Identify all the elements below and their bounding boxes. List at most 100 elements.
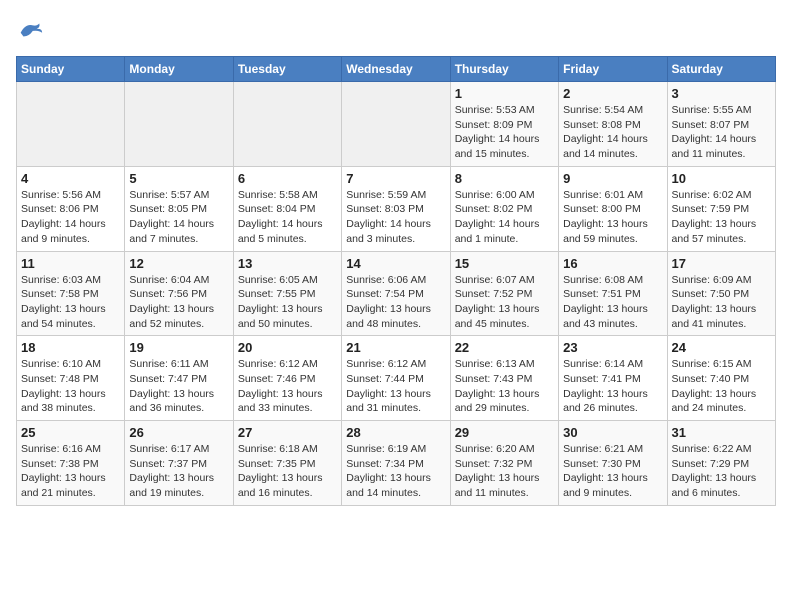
calendar-cell: 5 Sunrise: 5:57 AM Sunset: 8:05 PM Daylig… — [125, 166, 233, 251]
calendar-header-row: SundayMondayTuesdayWednesdayThursdayFrid… — [17, 57, 776, 82]
day-number: 24 — [672, 340, 771, 355]
calendar-cell: 17Sunrise: 6:09 AM Sunset: 7:50 PM Dayli… — [667, 251, 775, 336]
calendar-cell: 7 Sunrise: 5:59 AM Sunset: 8:03 PM Daylig… — [342, 166, 450, 251]
calendar-cell: 24 Sunrise: 6:15 AM Sunset: 7:40 PM Dayli… — [667, 336, 775, 421]
day-number: 2 — [563, 86, 662, 101]
page-header — [16, 16, 776, 44]
day-info: Sunrise: 6:16 AM Sunset: 7:38 PM Dayligh… — [21, 442, 120, 501]
day-info: Sunrise: 6:02 AM Sunset: 7:59 PM Dayligh… — [672, 188, 771, 247]
day-info: Sunrise: 5:55 AM Sunset: 8:07 PM Dayligh… — [672, 103, 771, 162]
day-number: 14 — [346, 256, 445, 271]
calendar-cell: 19Sunrise: 6:11 AM Sunset: 7:47 PM Dayli… — [125, 336, 233, 421]
day-info: Sunrise: 6:19 AM Sunset: 7:34 PM Dayligh… — [346, 442, 445, 501]
day-number: 29 — [455, 425, 554, 440]
column-header-saturday: Saturday — [667, 57, 775, 82]
calendar-table: SundayMondayTuesdayWednesdayThursdayFrid… — [16, 56, 776, 506]
column-header-tuesday: Tuesday — [233, 57, 341, 82]
column-header-wednesday: Wednesday — [342, 57, 450, 82]
calendar-cell: 1 Sunrise: 5:53 AM Sunset: 8:09 PM Daylig… — [450, 82, 558, 167]
calendar-cell: 31 Sunrise: 6:22 AM Sunset: 7:29 PM Dayli… — [667, 421, 775, 506]
day-info: Sunrise: 6:15 AM Sunset: 7:40 PM Dayligh… — [672, 357, 771, 416]
day-info: Sunrise: 5:58 AM Sunset: 8:04 PM Dayligh… — [238, 188, 337, 247]
day-number: 10 — [672, 171, 771, 186]
calendar-cell — [342, 82, 450, 167]
day-number: 11 — [21, 256, 120, 271]
calendar-week-4: 18 Sunrise: 6:10 AM Sunset: 7:48 PM Dayli… — [17, 336, 776, 421]
logo-bird-icon — [16, 16, 44, 44]
day-number: 28 — [346, 425, 445, 440]
calendar-cell: 4 Sunrise: 5:56 AM Sunset: 8:06 PM Daylig… — [17, 166, 125, 251]
day-number: 5 — [129, 171, 228, 186]
calendar-week-3: 11 Sunrise: 6:03 AM Sunset: 7:58 PM Dayli… — [17, 251, 776, 336]
calendar-cell: 10 Sunrise: 6:02 AM Sunset: 7:59 PM Dayli… — [667, 166, 775, 251]
calendar-cell: 25 Sunrise: 6:16 AM Sunset: 7:38 PM Dayli… — [17, 421, 125, 506]
day-info: Sunrise: 6:03 AM Sunset: 7:58 PM Dayligh… — [21, 273, 120, 332]
day-info: Sunrise: 6:00 AM Sunset: 8:02 PM Dayligh… — [455, 188, 554, 247]
day-info: Sunrise: 6:04 AM Sunset: 7:56 PM Dayligh… — [129, 273, 228, 332]
calendar-cell: 11 Sunrise: 6:03 AM Sunset: 7:58 PM Dayli… — [17, 251, 125, 336]
calendar-week-2: 4 Sunrise: 5:56 AM Sunset: 8:06 PM Daylig… — [17, 166, 776, 251]
day-number: 20 — [238, 340, 337, 355]
day-info: Sunrise: 6:10 AM Sunset: 7:48 PM Dayligh… — [21, 357, 120, 416]
calendar-cell: 26 Sunrise: 6:17 AM Sunset: 7:37 PM Dayli… — [125, 421, 233, 506]
day-info: Sunrise: 6:07 AM Sunset: 7:52 PM Dayligh… — [455, 273, 554, 332]
day-info: Sunrise: 6:20 AM Sunset: 7:32 PM Dayligh… — [455, 442, 554, 501]
calendar-cell: 16 Sunrise: 6:08 AM Sunset: 7:51 PM Dayli… — [559, 251, 667, 336]
calendar-cell — [17, 82, 125, 167]
calendar-cell — [125, 82, 233, 167]
day-info: Sunrise: 6:05 AM Sunset: 7:55 PM Dayligh… — [238, 273, 337, 332]
column-header-friday: Friday — [559, 57, 667, 82]
day-number: 26 — [129, 425, 228, 440]
day-number: 9 — [563, 171, 662, 186]
column-header-monday: Monday — [125, 57, 233, 82]
day-number: 6 — [238, 171, 337, 186]
day-number: 7 — [346, 171, 445, 186]
day-info: Sunrise: 6:14 AM Sunset: 7:41 PM Dayligh… — [563, 357, 662, 416]
calendar-cell: 29 Sunrise: 6:20 AM Sunset: 7:32 PM Dayli… — [450, 421, 558, 506]
calendar-cell: 2 Sunrise: 5:54 AM Sunset: 8:08 PM Daylig… — [559, 82, 667, 167]
calendar-week-5: 25 Sunrise: 6:16 AM Sunset: 7:38 PM Dayli… — [17, 421, 776, 506]
calendar-cell: 18 Sunrise: 6:10 AM Sunset: 7:48 PM Dayli… — [17, 336, 125, 421]
day-number: 19 — [129, 340, 228, 355]
day-info: Sunrise: 6:09 AM Sunset: 7:50 PM Dayligh… — [672, 273, 771, 332]
calendar-cell: 22Sunrise: 6:13 AM Sunset: 7:43 PM Dayli… — [450, 336, 558, 421]
day-number: 1 — [455, 86, 554, 101]
day-number: 25 — [21, 425, 120, 440]
day-number: 30 — [563, 425, 662, 440]
column-header-sunday: Sunday — [17, 57, 125, 82]
calendar-cell: 6 Sunrise: 5:58 AM Sunset: 8:04 PM Daylig… — [233, 166, 341, 251]
day-info: Sunrise: 5:54 AM Sunset: 8:08 PM Dayligh… — [563, 103, 662, 162]
day-info: Sunrise: 6:08 AM Sunset: 7:51 PM Dayligh… — [563, 273, 662, 332]
day-number: 15 — [455, 256, 554, 271]
calendar-cell: 3 Sunrise: 5:55 AM Sunset: 8:07 PM Daylig… — [667, 82, 775, 167]
calendar-cell: 15 Sunrise: 6:07 AM Sunset: 7:52 PM Dayli… — [450, 251, 558, 336]
calendar-cell: 12Sunrise: 6:04 AM Sunset: 7:56 PM Dayli… — [125, 251, 233, 336]
day-info: Sunrise: 5:59 AM Sunset: 8:03 PM Dayligh… — [346, 188, 445, 247]
calendar-cell: 9 Sunrise: 6:01 AM Sunset: 8:00 PM Daylig… — [559, 166, 667, 251]
day-info: Sunrise: 6:21 AM Sunset: 7:30 PM Dayligh… — [563, 442, 662, 501]
calendar-cell: 13 Sunrise: 6:05 AM Sunset: 7:55 PM Dayli… — [233, 251, 341, 336]
day-number: 27 — [238, 425, 337, 440]
calendar-cell: 28 Sunrise: 6:19 AM Sunset: 7:34 PM Dayli… — [342, 421, 450, 506]
day-info: Sunrise: 5:57 AM Sunset: 8:05 PM Dayligh… — [129, 188, 228, 247]
column-header-thursday: Thursday — [450, 57, 558, 82]
day-number: 4 — [21, 171, 120, 186]
day-info: Sunrise: 6:18 AM Sunset: 7:35 PM Dayligh… — [238, 442, 337, 501]
day-info: Sunrise: 6:22 AM Sunset: 7:29 PM Dayligh… — [672, 442, 771, 501]
day-info: Sunrise: 6:06 AM Sunset: 7:54 PM Dayligh… — [346, 273, 445, 332]
calendar-cell: 8Sunrise: 6:00 AM Sunset: 8:02 PM Daylig… — [450, 166, 558, 251]
day-number: 13 — [238, 256, 337, 271]
day-number: 3 — [672, 86, 771, 101]
day-number: 22 — [455, 340, 554, 355]
day-info: Sunrise: 6:12 AM Sunset: 7:44 PM Dayligh… — [346, 357, 445, 416]
day-number: 31 — [672, 425, 771, 440]
calendar-cell: 23Sunrise: 6:14 AM Sunset: 7:41 PM Dayli… — [559, 336, 667, 421]
day-info: Sunrise: 6:17 AM Sunset: 7:37 PM Dayligh… — [129, 442, 228, 501]
day-info: Sunrise: 5:56 AM Sunset: 8:06 PM Dayligh… — [21, 188, 120, 247]
day-info: Sunrise: 5:53 AM Sunset: 8:09 PM Dayligh… — [455, 103, 554, 162]
day-number: 18 — [21, 340, 120, 355]
day-number: 16 — [563, 256, 662, 271]
logo — [16, 16, 48, 44]
day-info: Sunrise: 6:01 AM Sunset: 8:00 PM Dayligh… — [563, 188, 662, 247]
calendar-cell: 27 Sunrise: 6:18 AM Sunset: 7:35 PM Dayli… — [233, 421, 341, 506]
